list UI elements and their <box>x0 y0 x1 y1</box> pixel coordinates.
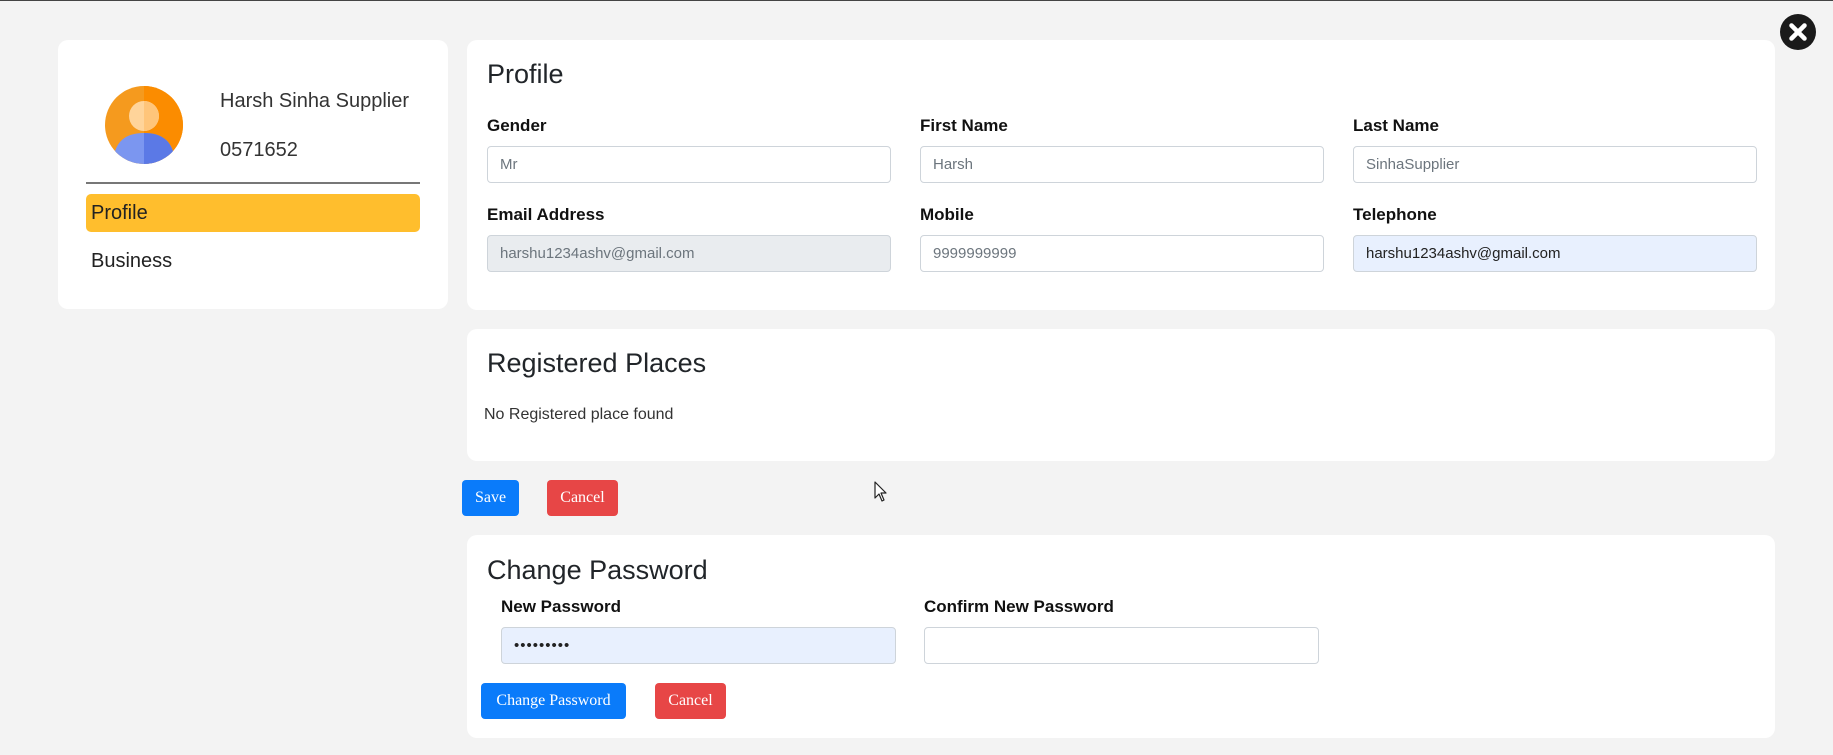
gender-field[interactable] <box>487 146 891 183</box>
save-button[interactable]: Save <box>462 480 519 516</box>
new-password-field[interactable] <box>501 627 896 664</box>
password-cancel-button[interactable]: Cancel <box>655 683 726 719</box>
mobile-label: Mobile <box>920 205 974 224</box>
cancel-button[interactable]: Cancel <box>547 480 618 516</box>
first-name-label: First Name <box>920 116 1008 135</box>
new-password-label: New Password <box>501 597 621 616</box>
close-icon <box>1789 23 1807 41</box>
last-name-label: Last Name <box>1353 116 1439 135</box>
email-label: Email Address <box>487 205 605 224</box>
email-field[interactable] <box>487 235 891 272</box>
registered-places-card: Registered Places No Registered place fo… <box>467 329 1775 461</box>
user-id: 0571652 <box>220 139 298 161</box>
confirm-password-field[interactable] <box>924 627 1319 664</box>
sidebar-item-business[interactable]: Business <box>86 242 420 280</box>
last-name-field[interactable] <box>1353 146 1757 183</box>
empty-places-message: No Registered place found <box>484 406 674 423</box>
profile-title: Profile <box>487 59 564 89</box>
telephone-field[interactable] <box>1353 235 1757 272</box>
top-border <box>0 0 1833 1</box>
profile-card: Profile Gender First Name Last Name Emai… <box>467 40 1775 310</box>
change-password-button[interactable]: Change Password <box>481 683 626 719</box>
first-name-field[interactable] <box>920 146 1324 183</box>
mouse-cursor-icon <box>874 481 887 502</box>
sidebar-divider <box>86 182 420 184</box>
gender-label: Gender <box>487 116 547 135</box>
close-button[interactable] <box>1780 14 1816 50</box>
mobile-field[interactable] <box>920 235 1324 272</box>
user-name: Harsh Sinha Supplier <box>220 90 409 112</box>
change-password-card: Change Password New Password Confirm New… <box>467 535 1775 738</box>
confirm-password-label: Confirm New Password <box>924 597 1114 616</box>
change-password-title: Change Password <box>487 555 708 585</box>
avatar <box>105 86 183 164</box>
sidebar-card: Harsh Sinha Supplier 0571652 Profile Bus… <box>58 40 448 309</box>
user-avatar-icon <box>105 86 183 164</box>
sidebar-item-profile[interactable]: Profile <box>86 194 420 232</box>
registered-places-title: Registered Places <box>487 348 707 378</box>
telephone-label: Telephone <box>1353 205 1437 224</box>
